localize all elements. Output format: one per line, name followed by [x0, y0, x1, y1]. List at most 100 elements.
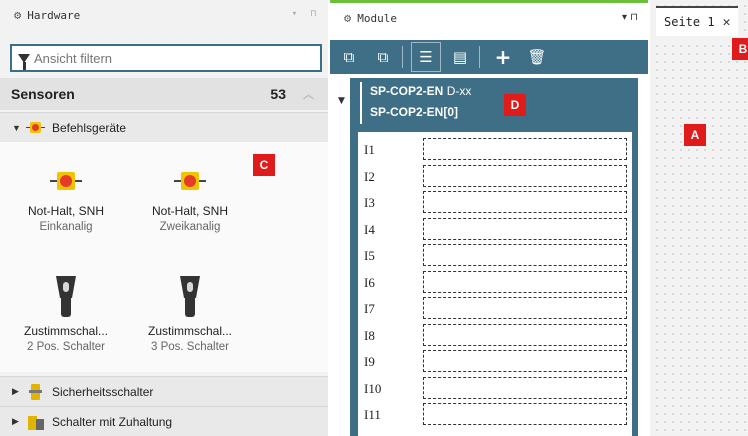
- tab-seite-1[interactable]: Seite 1 ✕: [656, 6, 738, 36]
- collapse-triangle-icon[interactable]: ▼: [338, 96, 345, 106]
- module-toolbar: ⧉ ⧉ ☰ ▤ + 🗑: [330, 40, 648, 74]
- gear-icon: ⚙: [344, 11, 352, 25]
- collapsed-triangle-icon[interactable]: ▶: [12, 386, 26, 397]
- input-row[interactable]: I4: [358, 216, 632, 242]
- device-title: Not-Halt, SNH: [151, 204, 228, 218]
- device-subtitle: Einkanalig: [39, 221, 93, 233]
- input-row[interactable]: I5: [358, 242, 632, 268]
- input-row[interactable]: I7: [358, 295, 632, 321]
- input-slot[interactable]: [423, 376, 627, 399]
- subcategory-befehlsgeraete[interactable]: ▼ Befehlsgeräte: [0, 112, 328, 142]
- module-settings-icon[interactable]: ▤: [445, 42, 475, 72]
- input-label: I6: [364, 274, 375, 290]
- input-slot[interactable]: [423, 270, 627, 293]
- input-slot[interactable]: [423, 403, 627, 425]
- input-row[interactable]: I9: [358, 348, 632, 374]
- input-label: I8: [364, 327, 375, 343]
- emergency-stop-icon: [174, 166, 206, 196]
- filter-box[interactable]: [10, 44, 322, 72]
- device-title: Not-Halt, SNH: [27, 204, 104, 218]
- subcategory-label: Sicherheitsschalter: [52, 384, 154, 399]
- module-panel: ⚙ Module ▾ ⊓ ⧉ ⧉ ☰ ▤ + 🗑 ▼ SP-COP2-EN D-…: [330, 0, 648, 436]
- input-label: I5: [364, 248, 375, 263]
- safety-switch-icon: [26, 383, 46, 401]
- collapse-chevron-icon[interactable]: ︿: [303, 86, 314, 102]
- input-row[interactable]: I2: [358, 163, 632, 189]
- panel-pin-icons[interactable]: ▾ ⊓: [622, 12, 638, 23]
- device-title: Zustimmschal...: [147, 324, 232, 338]
- input-row[interactable]: I3: [358, 189, 632, 215]
- input-slot[interactable]: [423, 138, 627, 160]
- input-label: I11: [364, 407, 381, 422]
- input-row[interactable]: I10: [358, 375, 632, 401]
- module-body: ▼ SP-COP2-EN D-xx SP-COP2-EN[0] I1 I2 I3 I4…: [330, 74, 648, 436]
- device-grid: Not-Halt, SNH Einkanalig Not-Halt, SNH Z…: [0, 142, 328, 372]
- module-view-icon[interactable]: ☰: [411, 42, 441, 72]
- marker-a: A: [684, 124, 706, 146]
- subcategory-sicherheitsschalter[interactable]: ▶ Sicherheitsschalter: [0, 376, 328, 406]
- input-slot[interactable]: [423, 244, 627, 266]
- module-panel-header: ⚙ Module: [330, 3, 648, 33]
- module-header: SP-COP2-EN D-xx SP-COP2-EN[0]: [360, 82, 560, 124]
- device-subtitle: Zweikanalig: [159, 221, 221, 233]
- category-count: 53: [270, 86, 286, 102]
- input-label: I9: [364, 354, 375, 369]
- input-label: I7: [364, 301, 375, 316]
- paste-icon[interactable]: ⧉: [368, 42, 398, 72]
- marker-c: C: [253, 154, 275, 176]
- module-input-list: I1 I2 I3 I4 I5 I6 I7 I8 I9 I10 I11: [358, 132, 632, 436]
- hardware-panel-title: Hardware: [27, 8, 81, 22]
- input-slot[interactable]: [423, 350, 627, 372]
- input-slot[interactable]: [423, 217, 627, 240]
- input-slot[interactable]: [423, 164, 627, 187]
- input-row[interactable]: I11: [358, 401, 632, 427]
- input-label: I1: [364, 142, 375, 157]
- delete-icon[interactable]: 🗑: [522, 42, 552, 72]
- module-instance: SP-COP2-EN[0]: [370, 105, 459, 119]
- tab-label: Seite 1: [664, 15, 715, 29]
- add-icon[interactable]: +: [488, 42, 518, 72]
- input-slot[interactable]: [423, 191, 627, 213]
- subcategory-schalter-mit-zuhaltung[interactable]: ▶ Schalter mit Zuhaltung: [0, 406, 328, 436]
- device-tile-not-halt-zweikanalig[interactable]: Not-Halt, SNH Zweikanalig: [130, 166, 250, 233]
- input-row[interactable]: I8: [358, 322, 632, 348]
- device-tile-not-halt-einkanalig[interactable]: Not-Halt, SNH Einkanalig: [6, 166, 126, 233]
- collapsed-triangle-icon[interactable]: ▶: [12, 416, 26, 427]
- category-sensoren[interactable]: Sensoren 53 ︿: [0, 78, 328, 110]
- device-title: Zustimmschal...: [23, 324, 108, 338]
- locking-switch-icon: [26, 413, 46, 431]
- page-canvas[interactable]: Seite 1 ✕: [650, 0, 748, 436]
- module-variant: D-xx: [443, 84, 472, 98]
- input-slot[interactable]: [423, 323, 627, 346]
- marker-b: B: [732, 38, 748, 60]
- panel-pin-icons[interactable]: ▾ ⊓: [292, 9, 320, 19]
- category-label: Sensoren: [11, 86, 75, 102]
- module-panel-title: Module: [357, 11, 397, 25]
- input-label: I2: [364, 168, 375, 184]
- device-tile-zustimmschalter-2pos[interactable]: Zustimmschal... 2 Pos. Schalter: [6, 276, 126, 353]
- device-tile-zustimmschalter-3pos[interactable]: Zustimmschal... 3 Pos. Schalter: [130, 276, 250, 353]
- module-block[interactable]: SP-COP2-EN D-xx SP-COP2-EN[0] I1 I2 I3 I4 I5…: [350, 78, 638, 436]
- device-subtitle: 2 Pos. Schalter: [27, 341, 105, 353]
- marker-d: D: [504, 94, 526, 116]
- enabling-switch-icon: [56, 276, 76, 318]
- input-row[interactable]: I1: [358, 136, 632, 162]
- input-label: I4: [364, 221, 375, 237]
- subcategory-label: Schalter mit Zuhaltung: [52, 414, 173, 429]
- hardware-panel-header: ⚙ Hardware ▾ ⊓: [0, 0, 328, 30]
- input-label: I3: [364, 195, 375, 210]
- filter-input[interactable]: [32, 49, 312, 67]
- close-icon[interactable]: ✕: [723, 15, 731, 30]
- gear-icon: ⚙: [14, 8, 22, 22]
- input-slot[interactable]: [423, 297, 627, 319]
- subcategory-label: Befehlsgeräte: [52, 120, 127, 135]
- estop-small-icon: [26, 119, 46, 137]
- expanded-triangle-icon[interactable]: ▼: [12, 123, 26, 133]
- device-subtitle: 3 Pos. Schalter: [151, 341, 229, 353]
- copy-icon[interactable]: ⧉: [334, 42, 364, 72]
- hardware-panel: ⚙ Hardware ▾ ⊓ Sensoren 53 ︿ ▼ Befehlsge…: [0, 0, 328, 436]
- module-name: SP-COP2-EN: [370, 84, 444, 98]
- input-row[interactable]: I6: [358, 269, 632, 295]
- enabling-switch-icon: [180, 276, 200, 318]
- funnel-icon: [18, 53, 30, 70]
